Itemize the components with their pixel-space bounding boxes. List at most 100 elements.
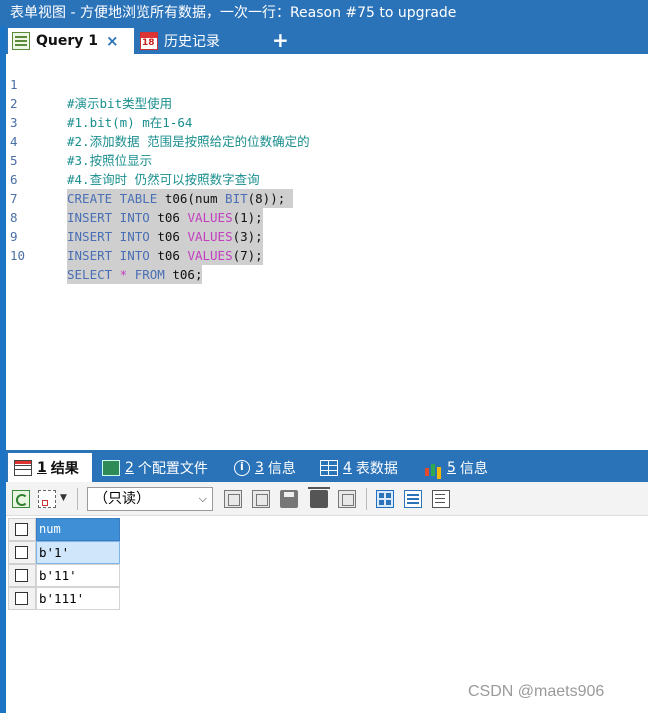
table-cell[interactable]: b'11': [36, 564, 120, 587]
sql-keyword: INSERT INTO: [67, 248, 150, 263]
code-comment: #3.按照位显示: [67, 153, 153, 168]
row-checkbox[interactable]: [8, 587, 36, 610]
tab-info-2[interactable]: 5 信息: [418, 453, 508, 482]
duplicate-row-icon[interactable]: [252, 490, 270, 508]
checkbox-icon: [15, 546, 28, 559]
checkbox-icon: [15, 592, 28, 605]
checkbox-icon: [15, 569, 28, 582]
row-checkbox[interactable]: [8, 541, 36, 564]
readonly-select[interactable]: （只读） ⌵: [87, 487, 213, 511]
code-comment: #演示bit类型使用: [67, 96, 173, 111]
trash-icon[interactable]: [308, 487, 330, 508]
code-line: 5 #4.查询时 仍然可以按照数字查询: [6, 132, 260, 187]
result-toolbar: ▼ （只读） ⌵: [6, 482, 648, 516]
sql-text: t06: [149, 248, 188, 263]
calendar-icon: 18: [140, 32, 158, 50]
column-header-num[interactable]: num: [36, 518, 120, 541]
code-statement: CREATE TABLE t06(num BIT(8));: [67, 189, 293, 208]
toolbar-divider: [366, 488, 367, 510]
sql-text: (7);: [232, 248, 263, 263]
code-comment: #4.查询时 仍然可以按照数字查询: [67, 172, 260, 187]
code-line: 2 #1.bit(m) m在1-64: [6, 75, 192, 130]
table-cell[interactable]: b'111': [36, 587, 120, 610]
chevron-down-icon: ⌵: [198, 492, 207, 505]
window-title: 表单视图 - 方便地浏览所有数据，一次一行：Reason #75 to upgr…: [10, 5, 457, 21]
sql-keyword: SELECT: [67, 267, 113, 282]
sql-text: (1);: [232, 210, 263, 225]
sql-keyword: FROM: [134, 267, 165, 282]
readonly-value: （只读）: [94, 491, 150, 507]
code-statement: INSERT INTO t06 VALUES(1);: [67, 208, 263, 227]
tab-result[interactable]: 1 结果: [8, 453, 92, 482]
sql-text: t06(num: [157, 191, 226, 206]
close-tab-icon[interactable]: ×: [106, 32, 119, 50]
tab-label: 信息: [459, 460, 488, 477]
table-icon: [320, 459, 338, 476]
table-cell[interactable]: b'1': [36, 541, 120, 564]
grid-icon: [14, 459, 32, 476]
watermark: CSDN @maets906: [468, 683, 605, 700]
result-tab-bar: 1 结果 2 个配置文件 3 信息 4 表数据 5 信息: [6, 450, 648, 482]
sql-text: (8));: [247, 191, 286, 206]
checkbox-icon: [15, 523, 28, 536]
tab-label: 表数据: [355, 460, 398, 477]
select-all-checkbox[interactable]: [8, 518, 36, 541]
filter-dropdown-icon[interactable]: ▼: [60, 493, 67, 503]
tab-info[interactable]: 3 信息: [228, 453, 310, 482]
code-line: 8 INSERT INTO t06 VALUES(3);: [6, 189, 263, 246]
code-statement: INSERT INTO t06 VALUES(3);: [67, 227, 263, 246]
code-line: 1 #演示bit类型使用: [6, 56, 172, 111]
text-view-icon[interactable]: [432, 490, 450, 508]
tab-label: 个配置文件: [137, 460, 208, 477]
sql-text: t06;: [164, 267, 203, 282]
tab-label: 结果: [50, 460, 79, 477]
sql-text: t06: [149, 210, 188, 225]
filter-icon[interactable]: [38, 490, 56, 508]
code-line: 3 #2.添加数据 范围是按照给定的位数确定的: [6, 94, 310, 149]
tab-number: 1: [37, 459, 47, 476]
sql-keyword: INSERT INTO: [67, 229, 150, 244]
sql-keyword: CREATE TABLE: [67, 191, 158, 206]
title-bar: 表单视图 - 方便地浏览所有数据，一次一行：Reason #75 to upgr…: [0, 0, 648, 26]
line-number: 10: [10, 248, 26, 263]
sql-text: (3);: [232, 229, 263, 244]
tab-query-1[interactable]: Query 1 ×: [8, 28, 134, 54]
tab-label: Query 1: [36, 33, 99, 49]
sql-function: VALUES: [187, 248, 233, 263]
tab-label: 信息: [267, 460, 296, 477]
sql-keyword: INSERT INTO: [67, 210, 150, 225]
code-comment: #2.添加数据 范围是按照给定的位数确定的: [67, 134, 310, 149]
info-icon: [234, 459, 250, 476]
query-tab-bar: Query 1 × 18 历史记录 +: [6, 26, 648, 54]
tab-table-data[interactable]: 4 表数据: [314, 453, 414, 482]
row-checkbox[interactable]: [8, 564, 36, 587]
bar-chart-icon: [424, 460, 442, 476]
sql-star: *: [112, 267, 135, 282]
code-line: 4 #3.按照位显示: [6, 113, 152, 168]
tab-profiles[interactable]: 2 个配置文件: [96, 453, 226, 482]
grid-view-icon[interactable]: [376, 490, 394, 508]
sql-text: t06: [149, 229, 188, 244]
discard-changes-icon[interactable]: [338, 490, 356, 508]
profile-icon: [102, 459, 120, 476]
query-icon: [12, 32, 30, 50]
refresh-icon[interactable]: [12, 490, 30, 508]
toolbar-divider: [77, 488, 78, 510]
add-tab-button[interactable]: +: [272, 28, 289, 52]
form-view-icon[interactable]: [404, 490, 422, 508]
tab-number: 3: [255, 459, 264, 476]
sql-function: VALUES: [187, 210, 233, 225]
code-line: 6 CREATE TABLE t06(num BIT(8));: [6, 151, 293, 208]
save-icon[interactable]: [280, 490, 298, 508]
tab-history[interactable]: 18 历史记录: [136, 28, 256, 54]
code-statement: INSERT INTO t06 VALUES(7);: [67, 246, 263, 265]
app-window: 表单视图 - 方便地浏览所有数据，一次一行：Reason #75 to upgr…: [0, 0, 648, 713]
sql-editor[interactable]: 1 #演示bit类型使用 2 #1.bit(m) m在1-64 3 #2.添加数…: [6, 54, 648, 450]
insert-row-icon[interactable]: [224, 490, 242, 508]
sql-function: VALUES: [187, 229, 233, 244]
code-line: 7 INSERT INTO t06 VALUES(1);: [6, 170, 263, 227]
tab-label: 历史记录: [164, 34, 220, 50]
calendar-day: 18: [142, 38, 155, 48]
code-line: 9 INSERT INTO t06 VALUES(7);: [6, 208, 263, 265]
code-statement: SELECT * FROM t06;: [67, 265, 203, 284]
